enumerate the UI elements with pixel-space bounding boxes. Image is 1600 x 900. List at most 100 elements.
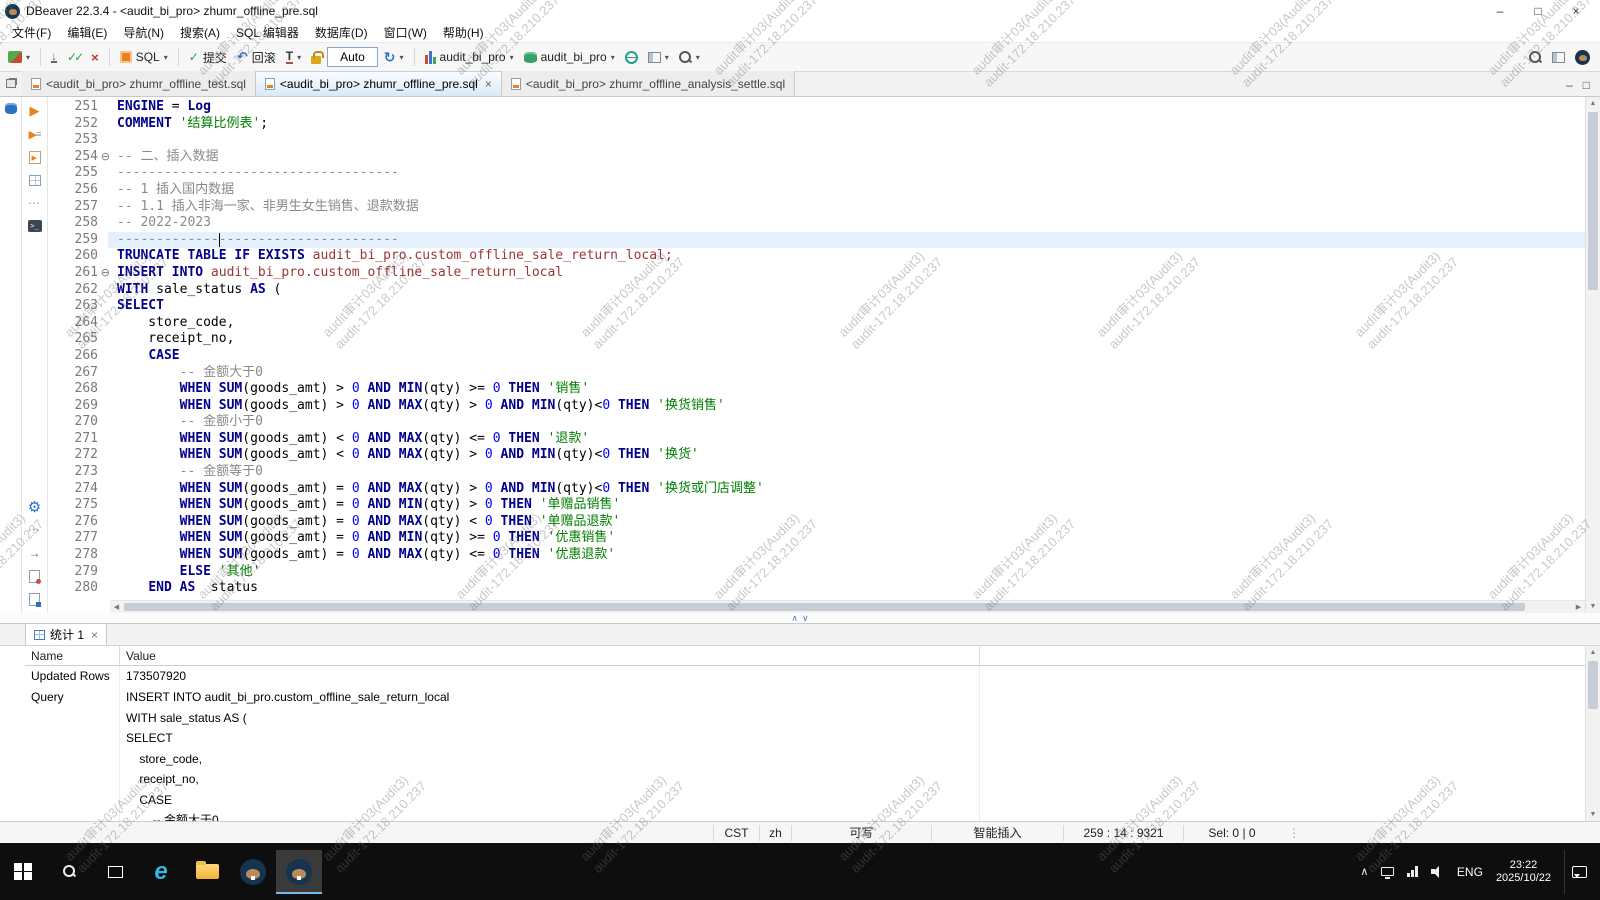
quick-search-icon[interactable] bbox=[1529, 51, 1542, 64]
code-line[interactable]: ------------------------------------ bbox=[108, 165, 1585, 182]
minimize-panel-icon[interactable]: – bbox=[1566, 78, 1573, 92]
volume-icon[interactable] bbox=[1431, 866, 1444, 878]
scroll-left-icon[interactable]: ◀ bbox=[110, 601, 123, 613]
lock-button[interactable] bbox=[307, 45, 325, 69]
code-line[interactable]: WHEN SUM(goods_amt) < 0 AND MAX(qty) > 0… bbox=[108, 447, 1585, 464]
scroll-right-icon[interactable]: ▶ bbox=[1572, 601, 1585, 613]
minimize-button[interactable]: – bbox=[1481, 1, 1519, 21]
commit-button[interactable]: ✓ 提交 bbox=[185, 45, 231, 69]
code-line[interactable]: -- 金额等于0 bbox=[108, 464, 1585, 481]
code-line[interactable]: END AS status bbox=[108, 580, 1585, 597]
new-connection-button[interactable]: ▾ bbox=[4, 45, 34, 69]
network-icon[interactable] bbox=[1407, 866, 1418, 877]
code-line[interactable]: WHEN SUM(goods_amt) > 0 AND MAX(qty) > 0… bbox=[108, 398, 1585, 415]
editor-tab[interactable]: <audit_bi_pro> zhumr_offline_test.sql bbox=[22, 71, 256, 96]
chevron-down-icon[interactable]: ▾ bbox=[665, 53, 669, 62]
save-file-button[interactable] bbox=[26, 568, 44, 584]
chevron-down-icon[interactable]: ▾ bbox=[696, 53, 700, 62]
collapse-down-icon[interactable]: ∨ bbox=[802, 614, 809, 623]
collapse-up-icon[interactable]: ∧ bbox=[791, 614, 798, 623]
scroll-up-icon[interactable]: ▲ bbox=[1586, 97, 1600, 110]
code-line[interactable]: COMMENT '结算比例表'; bbox=[108, 116, 1585, 133]
task-view-button[interactable] bbox=[92, 850, 138, 894]
code-area[interactable]: ENGINE = LogCOMMENT '结算比例表';-- 二、插入数据---… bbox=[108, 97, 1585, 600]
more-actions-button[interactable]: ⋯ bbox=[26, 195, 44, 211]
code-line[interactable]: TRUNCATE TABLE IF EXISTS audit_bi_pro.cu… bbox=[108, 248, 1585, 265]
chevron-down-icon[interactable]: ▾ bbox=[297, 53, 301, 62]
sql-menu-button[interactable]: SQL ▾ bbox=[116, 45, 172, 69]
sql-editor[interactable]: 251252253254⊖255256257258259260261⊖26226… bbox=[48, 97, 1585, 600]
search-menu-button[interactable]: ▾ bbox=[675, 45, 704, 69]
code-line[interactable]: INSERT INTO audit_bi_pro.custom_offline_… bbox=[108, 265, 1585, 282]
menu-item[interactable]: 帮助(H) bbox=[435, 22, 492, 43]
rollback-button[interactable]: ↶ 回滚 bbox=[233, 45, 280, 69]
code-line[interactable]: CASE bbox=[108, 348, 1585, 365]
menu-item[interactable]: SQL 编辑器 bbox=[228, 22, 307, 43]
device-tray-icon[interactable] bbox=[1381, 867, 1394, 876]
layout-button[interactable]: ▾ bbox=[644, 45, 673, 69]
menu-item[interactable]: 文件(F) bbox=[4, 22, 59, 43]
dbeaver-taskbar-button-active[interactable] bbox=[276, 850, 322, 894]
scroll-down-icon[interactable]: ▼ bbox=[1586, 600, 1600, 613]
results-scrollbar[interactable]: ▲ ▼ bbox=[1585, 646, 1600, 821]
code-line[interactable]: store_code, bbox=[108, 315, 1585, 332]
menu-item[interactable]: 数据库(D) bbox=[307, 22, 376, 43]
code-line[interactable] bbox=[108, 132, 1585, 149]
schema-selector[interactable]: audit_bi_pro ▾ bbox=[520, 45, 619, 69]
maximize-panel-icon[interactable]: □ bbox=[1583, 78, 1590, 92]
horizontal-scrollbar[interactable]: ◀ ▶ bbox=[110, 600, 1585, 613]
start-button[interactable] bbox=[0, 850, 46, 894]
tray-expand-icon[interactable]: ∧ bbox=[1360, 865, 1368, 878]
menu-item[interactable]: 窗口(W) bbox=[376, 22, 435, 43]
editor-tab[interactable]: <audit_bi_pro> zhumr_offline_analysis_se… bbox=[502, 71, 795, 96]
code-line[interactable]: WHEN SUM(goods_amt) = 0 AND MIN(qty) >= … bbox=[108, 530, 1585, 547]
code-line[interactable]: WHEN SUM(goods_amt) = 0 AND MAX(qty) <= … bbox=[108, 547, 1585, 564]
code-line[interactable]: -- 金额大于0 bbox=[108, 365, 1585, 382]
panel-splitter[interactable]: ∧ ∨ bbox=[0, 613, 1600, 623]
code-line[interactable]: WHEN SUM(goods_amt) = 0 AND MAX(qty) > 0… bbox=[108, 481, 1585, 498]
menu-item[interactable]: 搜索(A) bbox=[172, 22, 228, 43]
taskbar-search-button[interactable] bbox=[46, 850, 92, 894]
chevron-down-icon[interactable]: ▾ bbox=[510, 53, 514, 62]
scroll-up-icon[interactable]: ▲ bbox=[1586, 646, 1600, 659]
code-line[interactable]: -- 金额小于0 bbox=[108, 414, 1585, 431]
code-line[interactable]: receipt_no, bbox=[108, 331, 1585, 348]
code-line[interactable]: WITH sale_status AS ( bbox=[108, 282, 1585, 299]
editor-tab[interactable]: <audit_bi_pro> zhumr_offline_pre.sql× bbox=[256, 71, 502, 96]
maximize-button[interactable]: □ bbox=[1519, 1, 1557, 21]
scroll-down-icon[interactable]: ▼ bbox=[1586, 808, 1600, 821]
code-line[interactable]: ENGINE = Log bbox=[108, 99, 1585, 116]
vertical-scroll-thumb[interactable] bbox=[1588, 112, 1598, 290]
database-navigator-icon[interactable] bbox=[5, 103, 17, 114]
table-row[interactable]: QueryINSERT INTO audit_bi_pro.custom_off… bbox=[25, 687, 1585, 821]
settings-button[interactable]: ⚙ bbox=[26, 499, 44, 515]
code-line[interactable]: WHEN SUM(goods_amt) < 0 AND MAX(qty) <= … bbox=[108, 431, 1585, 448]
execute-statement-button[interactable]: ▶ bbox=[26, 103, 44, 119]
chevron-down-icon[interactable]: ▾ bbox=[164, 53, 168, 62]
transaction-log-button[interactable]: T ▾ bbox=[282, 45, 305, 69]
restore-views-button[interactable] bbox=[0, 71, 22, 96]
autocommit-mode-select[interactable]: Auto bbox=[327, 47, 378, 67]
open-console-button[interactable]: >_ bbox=[26, 218, 44, 234]
notification-center-button[interactable] bbox=[1564, 850, 1594, 894]
revert-button[interactable]: × bbox=[87, 45, 103, 69]
execute-script-button[interactable]: ▶ bbox=[26, 126, 44, 142]
network-profile-button[interactable] bbox=[621, 45, 642, 69]
code-line[interactable]: ------------------------------------ bbox=[108, 232, 1585, 249]
horizontal-scroll-thumb[interactable] bbox=[124, 603, 1525, 611]
chevron-down-icon[interactable]: ▾ bbox=[26, 53, 30, 62]
code-line[interactable]: SELECT bbox=[108, 298, 1585, 315]
code-line[interactable]: -- 1 插入国内数据 bbox=[108, 182, 1585, 199]
menu-item[interactable]: 编辑(E) bbox=[59, 22, 115, 43]
code-line[interactable]: WHEN SUM(goods_amt) = 0 AND MAX(qty) < 0… bbox=[108, 514, 1585, 531]
language-indicator[interactable]: ENG bbox=[1457, 865, 1483, 879]
file-output-button[interactable] bbox=[26, 591, 44, 607]
column-header-value[interactable]: Value bbox=[120, 646, 980, 665]
taskbar-clock[interactable]: 23:22 2025/10/22 bbox=[1496, 859, 1551, 885]
explain-plan-button[interactable] bbox=[26, 172, 44, 188]
code-line[interactable]: -- 1.1 插入非海一家、非男生女生销售、退款数据 bbox=[108, 199, 1585, 216]
export-button[interactable]: → bbox=[26, 545, 44, 561]
more-options-button[interactable]: ⋯ bbox=[26, 522, 44, 538]
save-button[interactable]: ↓ bbox=[47, 45, 61, 69]
table-row[interactable]: Updated Rows173507920 bbox=[25, 666, 1585, 687]
